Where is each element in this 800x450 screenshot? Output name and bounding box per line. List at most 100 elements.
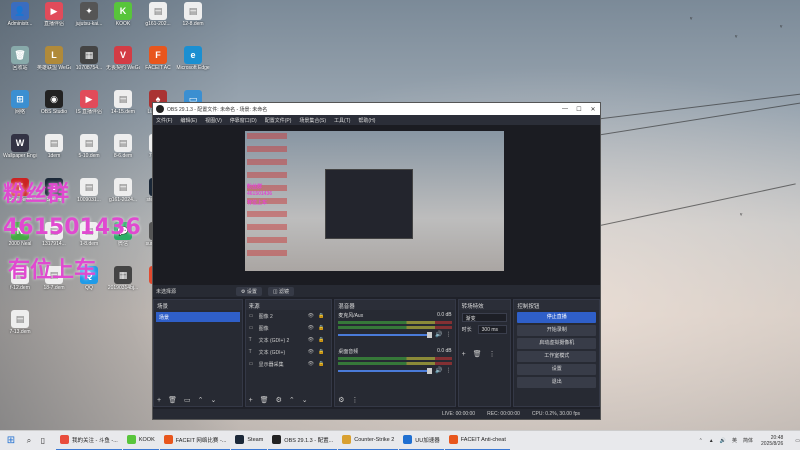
remove-transition-icon[interactable]: 🗑 (473, 350, 482, 358)
desktop-icon[interactable]: ▤ 12-8.dem (176, 0, 210, 42)
maximize-icon[interactable]: ☐ (572, 106, 586, 113)
start-virtual-camera-button[interactable]: 启动虚拟摄像机 (517, 338, 596, 349)
source-item[interactable]: ▭ 图像 👁🔒 (246, 322, 332, 334)
desktop-icon[interactable]: K KOOK (106, 0, 140, 42)
obs-window[interactable]: OBS 29.1.3 - 配置文件: 未命名 - 场景: 未命名 — ☐ ✕ 文… (152, 102, 601, 420)
more-options-icon[interactable]: ⋮ (446, 367, 452, 374)
desktop-icon[interactable]: ▤ 8-6.dem (106, 132, 140, 174)
speaker-icon[interactable]: 🔊 (435, 331, 442, 338)
ime-indicator[interactable]: 简体 (743, 437, 753, 444)
more-options-icon[interactable]: ⋮ (446, 331, 452, 338)
taskbar-app-icon (448, 435, 458, 444)
desktop-icon[interactable]: ◉ OBS Studio (37, 88, 71, 130)
transition-select[interactable]: 渐变 (461, 313, 508, 322)
desktop-icon[interactable]: e Microsoft Edge (176, 44, 210, 86)
desktop-icon[interactable]: WWallpaper Engine (3, 132, 37, 174)
transition-menu-icon[interactable]: ⋮ (489, 350, 496, 358)
source-item[interactable]: T 文本 (GDI+) 2 👁🔒 (246, 334, 332, 346)
stream-preview[interactable]: 粉丝群 461501436 有位上车 (245, 131, 504, 277)
scene-filter-icon[interactable]: ▭ (184, 396, 191, 404)
tray-chevron-icon[interactable]: ⌃ (699, 438, 703, 444)
scene-item[interactable]: 场景 (156, 312, 240, 322)
remove-source-icon[interactable]: 🗑 (260, 396, 269, 404)
desktop-icon[interactable]: ⊞ 网络 (3, 88, 37, 130)
mixer-menu-icon[interactable]: ⋮ (351, 396, 358, 404)
exit-button[interactable]: 退出 (517, 377, 596, 388)
desktop-icon[interactable]: ▤ g161-2024... (106, 176, 140, 218)
taskbar-app-button[interactable]: FACEIT 网络比赛 -... (159, 431, 231, 450)
desktop-icon[interactable]: ▦ 20190314bj... (106, 264, 140, 306)
desktop-icon[interactable]: ▶ IS 直播伴侣 (72, 88, 106, 130)
remove-scene-icon[interactable]: 🗑 (168, 396, 177, 404)
sources-title: 来源 (245, 300, 332, 310)
network-icon[interactable]: ▲ (709, 438, 714, 444)
menu-edit[interactable]: 编辑(E) (180, 117, 197, 124)
desktop-icon[interactable]: ▤ 14-15.dem (106, 88, 140, 130)
visibility-lock-icons[interactable]: 👁🔒 (308, 349, 329, 355)
studio-mode-button[interactable]: 工作室模式 (517, 351, 596, 362)
desktop-icon[interactable]: 👤 Administr... (3, 0, 37, 42)
menu-profile[interactable]: 配置文件(P) (265, 117, 292, 124)
add-source-icon[interactable]: + (249, 397, 253, 404)
add-transition-icon[interactable]: + (462, 351, 466, 358)
desktop-icon[interactable]: ▤g161-202... (141, 0, 175, 42)
menu-help[interactable]: 帮助(H) (358, 117, 375, 124)
visibility-lock-icons[interactable]: 👁🔒 (308, 337, 329, 343)
desktop-icon[interactable]: ▦ 10708754... (72, 44, 106, 86)
visibility-lock-icons[interactable]: 👁🔒 (308, 313, 329, 319)
desktop-icon[interactable]: ▶ 直播伴侣 (37, 0, 71, 42)
task-view-icon[interactable]: ▯ (36, 436, 50, 445)
move-down-icon[interactable]: ⌄ (302, 396, 308, 404)
volume-icon[interactable]: 🔊 (720, 438, 726, 444)
volume-slider[interactable] (338, 331, 433, 338)
language-indicator[interactable]: 英 (732, 437, 737, 444)
move-up-icon[interactable]: ⌃ (198, 396, 204, 404)
source-item[interactable]: T 文本 (GDI+) 👁🔒 (246, 346, 332, 358)
taskbar-app-button[interactable]: UU加速器 (399, 431, 444, 450)
speaker-icon[interactable]: 🔊 (435, 367, 442, 374)
desktop-icon[interactable]: 🗑 回收站 (3, 44, 37, 86)
taskbar-app-button[interactable]: 我的关注 - 斗鱼 -... (56, 431, 122, 450)
obs-title-bar[interactable]: OBS 29.1.3 - 配置文件: 未命名 - 场景: 未命名 — ☐ ✕ (153, 103, 600, 115)
minimize-icon[interactable]: — (558, 106, 572, 113)
clock[interactable]: 20:48 2025/8/26 (761, 435, 783, 447)
desktop-icon[interactable]: ✦ jujutsu-kai... (72, 0, 106, 42)
taskbar-app-button[interactable]: FACEIT Anti-cheat (444, 431, 510, 450)
source-filters-button[interactable]: ◫ 滤镜 (267, 286, 295, 296)
taskbar-app-button[interactable]: Steam (231, 431, 268, 450)
menu-tools[interactable]: 工具(T) (334, 117, 350, 124)
menu-file[interactable]: 文件(F) (156, 117, 172, 124)
taskbar-app-button[interactable]: Counter-Strike 2 (338, 431, 399, 450)
visibility-lock-icons[interactable]: 👁🔒 (308, 325, 329, 331)
source-item[interactable]: ▭ 显示器采集 👁🔒 (246, 358, 332, 370)
source-item[interactable]: ▭ 图像 2 👁🔒 (246, 310, 332, 322)
notification-icon[interactable]: ▭ (795, 438, 800, 444)
start-recording-button[interactable]: 开始录制 (517, 325, 596, 336)
desktop-icon[interactable]: L英雄联盟 WeGame版 (37, 44, 71, 86)
close-icon[interactable]: ✕ (586, 106, 600, 113)
taskbar-app-button[interactable]: KOOK (122, 431, 159, 450)
settings-button[interactable]: 设置 (517, 364, 596, 375)
duration-input[interactable]: 300 ms (477, 325, 508, 334)
desktop-icon[interactable]: ▤ 7-13.dem (3, 308, 37, 350)
menu-view[interactable]: 视图(V) (205, 117, 222, 124)
advanced-audio-icon[interactable]: ⚙ (338, 396, 344, 404)
desktop-icon[interactable]: ▤ 1dem (37, 132, 71, 174)
move-down-icon[interactable]: ⌄ (210, 396, 216, 404)
stop-streaming-button[interactable]: 停止直播 (517, 312, 596, 323)
search-icon[interactable]: ⌕ (22, 436, 36, 446)
add-scene-icon[interactable]: + (157, 397, 161, 404)
move-up-icon[interactable]: ⌃ (289, 396, 295, 404)
desktop-icon[interactable]: ▤ 5-10.dem (72, 132, 106, 174)
volume-slider[interactable] (338, 367, 433, 374)
visibility-lock-icons[interactable]: 👁🔒 (308, 361, 329, 367)
menu-docks[interactable]: 停靠窗口(D) (230, 117, 257, 124)
source-properties-icon[interactable]: ⚙ (276, 396, 282, 404)
menu-scene-collection[interactable]: 场景集合(S) (299, 117, 326, 124)
source-settings-button[interactable]: ⚙ 设置 (236, 286, 262, 296)
desktop-icon[interactable]: F FACEIT AC (141, 44, 175, 86)
desktop-icon[interactable]: V无畏契约 WeGame版 (106, 44, 140, 86)
desktop-icon[interactable]: ▤ 1009031... (72, 176, 106, 218)
taskbar-app-button[interactable]: OBS 29.1.3 - 配置... (268, 431, 338, 450)
start-icon[interactable]: ⊞ (0, 435, 22, 446)
